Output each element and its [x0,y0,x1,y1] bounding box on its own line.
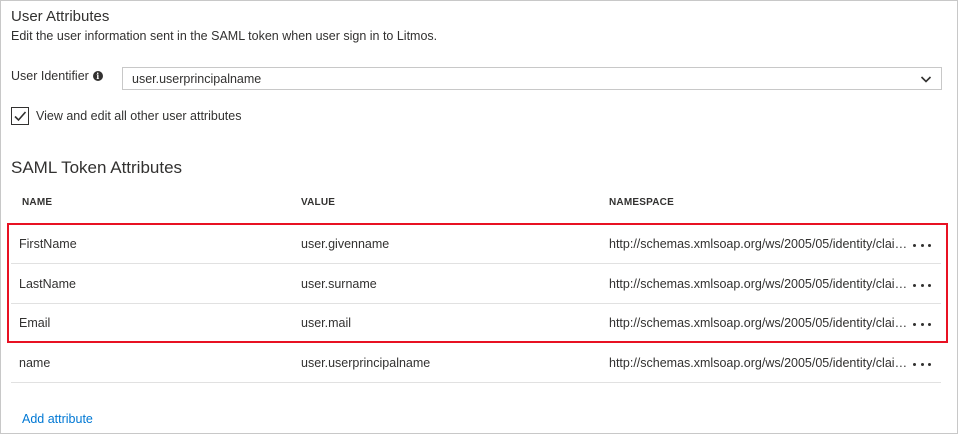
chevron-down-icon [920,76,932,83]
attribute-namespace: http://schemas.xmlsoap.org/ws/2005/05/id… [609,277,911,291]
attribute-namespace: http://schemas.xmlsoap.org/ws/2005/05/id… [609,356,911,370]
table-row[interactable]: LastName user.surname http://schemas.xml… [11,264,941,304]
more-icon[interactable] [910,356,934,372]
attribute-value: user.givenname [301,237,390,251]
attribute-name: LastName [19,277,76,291]
view-edit-attributes-row[interactable]: View and edit all other user attributes [11,107,241,125]
more-icon[interactable] [910,237,934,253]
user-identifier-label: User Identifier i [11,69,103,83]
attribute-name: FirstName [19,237,77,251]
user-identifier-dropdown[interactable]: user.userprincipalname [122,67,942,90]
attribute-name: name [19,356,51,370]
table-row[interactable]: Email user.mail http://schemas.xmlsoap.o… [11,303,941,343]
attribute-name: Email [19,316,51,330]
info-icon[interactable]: i [92,71,103,81]
table-row[interactable]: FirstName user.givenname http://schemas.… [11,224,941,264]
user-attributes-panel: User Attributes Edit the user informatio… [0,0,958,434]
table-row[interactable]: name user.userprincipalname http://schem… [11,343,941,383]
saml-section-title: SAML Token Attributes [11,158,183,177]
attribute-value: user.userprincipalname [301,356,431,370]
column-header-value: VALUE [301,197,336,208]
view-edit-attributes-label: View and edit all other user attributes [36,109,242,123]
user-identifier-value: user.userprincipalname [132,71,262,86]
add-attribute-link[interactable]: Add attribute [22,412,93,426]
section-title: User Attributes [11,8,110,25]
checkmark-icon [14,111,27,122]
column-header-name: NAME [22,197,53,208]
more-icon[interactable] [910,316,934,332]
view-edit-attributes-checkbox[interactable] [11,107,29,125]
attribute-value: user.mail [301,316,352,330]
attribute-namespace: http://schemas.xmlsoap.org/ws/2005/05/id… [609,316,911,330]
more-icon[interactable] [910,277,934,293]
attribute-namespace: http://schemas.xmlsoap.org/ws/2005/05/id… [609,237,911,251]
section-description: Edit the user information sent in the SA… [11,29,438,43]
attribute-value: user.surname [301,277,377,291]
column-header-namespace: NAMESPACE [609,197,674,208]
user-identifier-label-text: User Identifier [11,69,89,83]
